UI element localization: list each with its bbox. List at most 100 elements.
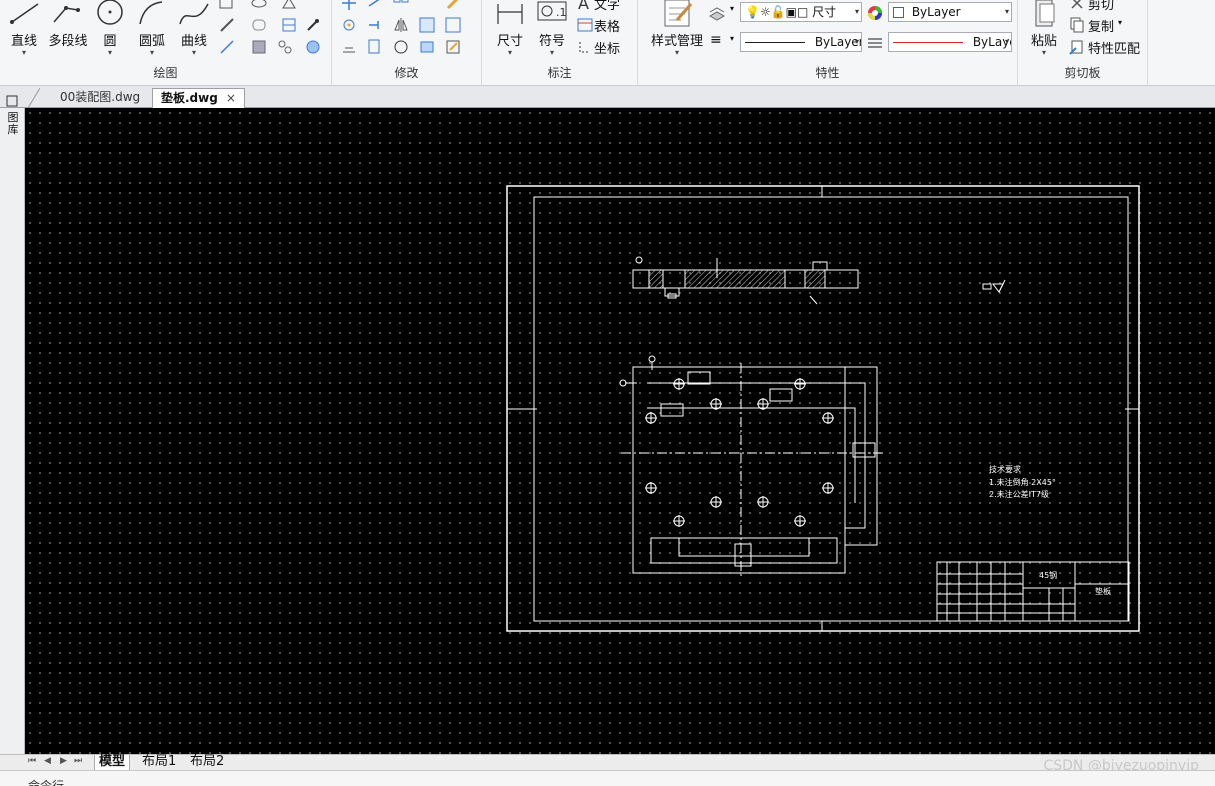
lineweight-preview (893, 42, 963, 43)
symbol-button[interactable]: .1 符号 ▾ (530, 0, 574, 62)
draw-panel-title: 绘图 (153, 66, 178, 80)
text-icon[interactable]: A (576, 0, 594, 12)
lineweight-list-icon[interactable]: ≡ (710, 32, 722, 48)
tab-layout-1[interactable]: 布局1 (138, 755, 180, 771)
gradient-icon[interactable] (304, 38, 322, 56)
rectangle-icon[interactable] (218, 0, 236, 14)
layer-manager-icon[interactable] (708, 4, 726, 22)
paste-label: 粘贴 (1030, 34, 1057, 49)
chevron-down-icon: ▾ (1004, 7, 1009, 16)
mirror-icon[interactable] (392, 16, 410, 34)
linetype-preview (745, 42, 805, 43)
chevron-down-icon: ▾ (1004, 37, 1009, 46)
text-label[interactable]: 文字 (594, 0, 620, 13)
spline-button[interactable]: 曲线 ▾ (172, 0, 216, 62)
hole (794, 378, 806, 390)
copy-label[interactable]: 复制 (1088, 16, 1114, 35)
color-wheel-icon[interactable] (866, 4, 884, 22)
polygon-icon[interactable] (280, 0, 298, 12)
tab-model-label: 模型 (99, 754, 126, 769)
match-properties-label[interactable]: 特性匹配 (1088, 38, 1140, 57)
next-layout-icon[interactable]: ▶ (60, 756, 67, 766)
chevron-down-icon: ▾ (549, 48, 554, 57)
explode-icon[interactable] (418, 38, 436, 56)
point-icon[interactable] (304, 16, 322, 34)
chevron-down-icon[interactable]: ▾ (730, 34, 734, 43)
chevron-down-icon: ▾ (107, 48, 112, 57)
symbol-label: 符号 (538, 34, 565, 49)
clipboard-panel: 粘贴 ▾ 剪切 复制 ▾ 特性匹配 剪切板 (1018, 0, 1148, 86)
annotation-panel: 尺寸 ▾ .1 符号 ▾ A 文字 表格 坐标 标注 (482, 0, 638, 86)
tolerance-frames (660, 371, 876, 567)
block-icon[interactable] (250, 38, 268, 56)
chevron-down-icon: ▾ (507, 48, 512, 57)
table-icon[interactable] (576, 16, 594, 34)
dimension-button[interactable]: 尺寸 ▾ (488, 0, 532, 62)
table-label[interactable]: 表格 (594, 16, 620, 35)
svg-text:A: A (578, 0, 589, 12)
extend-icon[interactable] (366, 16, 384, 34)
color-select[interactable]: ByLayer ▾ (888, 2, 1012, 22)
move-icon[interactable] (340, 0, 358, 12)
style-manager-button[interactable]: 样式管理 ▾ (644, 0, 710, 62)
stretch-icon[interactable] (418, 16, 436, 34)
lineweight-select[interactable]: ByLayer ▾ (888, 32, 1012, 52)
paste-button[interactable]: 粘贴 ▾ (1022, 0, 1066, 62)
region-icon[interactable] (250, 16, 268, 34)
lineweight-icon[interactable] (866, 34, 884, 52)
layer-select[interactable]: 💡☼🔓▣□ 尺寸 ▾ (740, 2, 862, 22)
match-properties-icon[interactable] (1068, 38, 1086, 56)
tab-slant-icon (28, 88, 40, 108)
arc-button[interactable]: 圆弧 ▾ (130, 0, 174, 62)
tab-layout-2[interactable]: 布局2 (186, 755, 228, 771)
chevron-down-icon: ▾ (674, 48, 679, 57)
chevron-down-icon: ▾ (854, 7, 859, 16)
last-layout-icon[interactable]: ⏭ (74, 756, 82, 766)
circle-button[interactable]: 圆 ▾ (88, 0, 132, 62)
erase-icon[interactable] (444, 38, 462, 56)
tab-model[interactable]: 模型 (94, 754, 131, 771)
file-tab-backing-plate[interactable]: 垫板.dwg × (152, 88, 245, 108)
color-swatch-icon (893, 7, 904, 18)
command-line[interactable]: 命令行 (0, 770, 1215, 786)
ellipse-icon[interactable] (250, 0, 268, 12)
first-layout-icon[interactable]: ⏮ (28, 756, 36, 766)
drawing-canvas[interactable]: 技术要求 1.未注倒角 2X45° 2.未注公差IT7级 45钢 垫板 (25, 108, 1215, 754)
edit-icon[interactable] (444, 0, 462, 12)
linetype-select[interactable]: ByLayer ▾ (740, 32, 862, 52)
modify-panel-title: 修改 (394, 66, 419, 80)
cut-icon[interactable] (1068, 0, 1086, 12)
copy-object-icon[interactable] (366, 38, 384, 56)
properties-panel-title: 特性 (815, 66, 840, 80)
annotation-panel-title: 标注 (547, 66, 572, 80)
ray-icon[interactable] (218, 38, 236, 56)
hatch-icon[interactable] (280, 16, 298, 34)
arc-label: 圆弧 (138, 34, 165, 49)
offset-icon[interactable] (340, 38, 358, 56)
construction-line-icon[interactable] (218, 16, 236, 34)
library-strip[interactable]: 图库 (0, 95, 25, 754)
previous-layout-icon[interactable]: ◀ (44, 756, 51, 766)
roughness-symbol (982, 279, 1006, 293)
file-tab-assembly[interactable]: 00装配图.dwg (52, 88, 148, 108)
svg-text:.1: .1 (556, 6, 567, 19)
copy-icon[interactable] (1068, 16, 1086, 34)
polyline-label: 多段线 (48, 34, 88, 49)
chevron-down-icon[interactable]: ▾ (1118, 18, 1122, 27)
fillet-icon[interactable] (392, 38, 410, 56)
scale-icon[interactable] (444, 16, 462, 34)
close-icon[interactable]: × (226, 91, 236, 105)
line-button[interactable]: 直线 ▾ (2, 0, 46, 62)
rotate-icon[interactable] (340, 16, 358, 34)
coordinate-icon[interactable] (576, 38, 594, 56)
array-icon[interactable] (392, 0, 410, 12)
chevron-down-icon[interactable]: ▾ (730, 4, 734, 13)
cut-label[interactable]: 剪切 (1088, 0, 1114, 13)
wipeout-icon[interactable] (276, 38, 294, 56)
coordinate-label[interactable]: 坐标 (594, 38, 620, 57)
tab-layout-2-label: 布局2 (190, 754, 225, 769)
hole (673, 378, 685, 390)
polyline-button[interactable]: 多段线 (46, 0, 90, 62)
hole (794, 515, 806, 527)
trim-icon[interactable] (366, 0, 384, 12)
